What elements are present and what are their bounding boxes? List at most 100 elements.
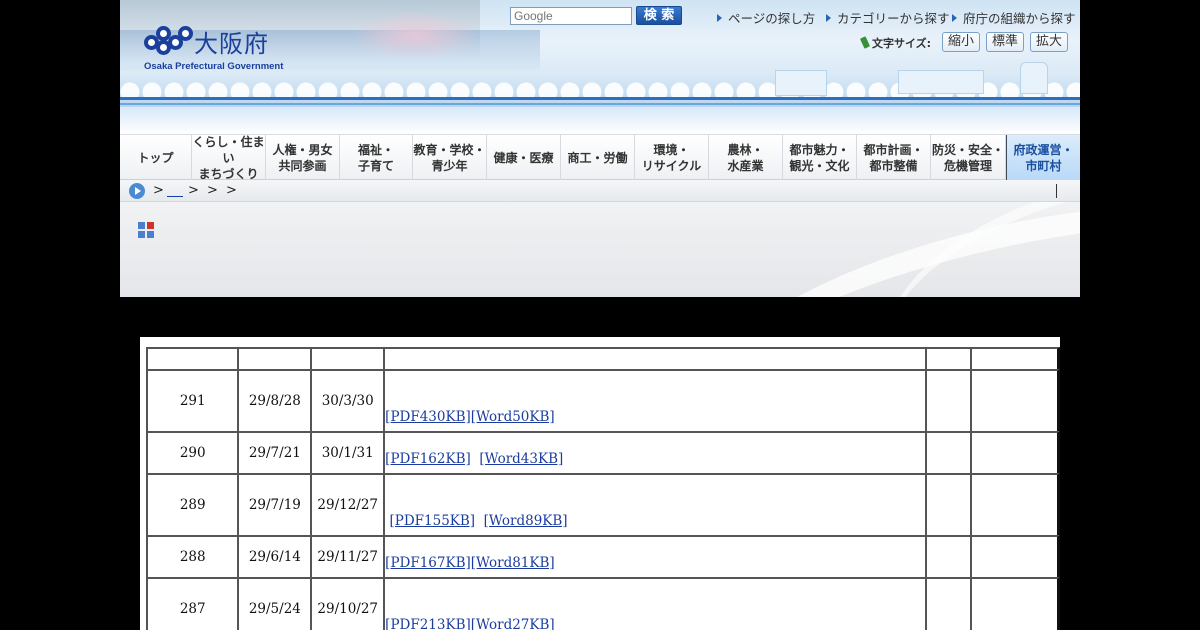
- breadcrumb-link[interactable]: [167, 183, 183, 197]
- nav-item-urban-planning[interactable]: 都市計画・ 都市整備: [857, 135, 931, 180]
- cell-date-end: 29/12/27: [310, 473, 384, 535]
- header-banner: 大阪府 Osaka Prefectural Government 検 索 ページ…: [120, 0, 1080, 134]
- nav-item-education[interactable]: 教育・学校・ 青少年: [413, 135, 487, 180]
- word-link[interactable]: [Word43KB]: [479, 451, 563, 467]
- banner-rule: [120, 97, 1080, 100]
- pdf-link[interactable]: [PDF155KB]: [389, 513, 475, 529]
- table-row: 289 29/7/19 29/12/27 [PDF155KB] [Word89KB]: [146, 473, 1060, 535]
- breadcrumb-separator: >: [188, 183, 199, 198]
- font-size-text: 文字サイズ:: [872, 37, 932, 50]
- logo-name: 大阪府: [194, 30, 269, 58]
- font-size-standard-button[interactable]: 標準: [986, 32, 1024, 52]
- global-nav: トップ くらし・住まい まちづくり 人権・男女 共同参画 福祉・ 子育て 教育・…: [120, 134, 1080, 181]
- cell-date-start: 29/7/19: [237, 473, 311, 535]
- font-size-larger-button[interactable]: 拡大: [1030, 32, 1068, 52]
- table-row: 291 29/8/28 30/3/30 [PDF430KB][Word50KB]: [146, 369, 1060, 431]
- breadcrumb-separator: >: [207, 183, 218, 198]
- link-label: カテゴリーから探す: [837, 11, 950, 26]
- cell-files: [PDF430KB][Word50KB]: [383, 369, 926, 431]
- cell-date-start: 29/8/28: [237, 369, 311, 431]
- word-link[interactable]: [Word81KB]: [471, 555, 555, 571]
- nav-item-top[interactable]: トップ: [120, 135, 192, 180]
- cell-date-end: 30/1/31: [310, 431, 384, 473]
- header-cell: [383, 347, 926, 369]
- page: 大阪府 Osaka Prefectural Government 検 索 ページ…: [120, 0, 1080, 297]
- breadcrumb-divider: [1056, 184, 1057, 198]
- cherry-blossom-image: [350, 10, 480, 60]
- cell-date-start: 29/6/14: [237, 535, 311, 577]
- cell-number: 287: [146, 577, 238, 630]
- nav-item-health[interactable]: 健康・医療: [487, 135, 561, 180]
- nav-item-environment[interactable]: 環境・ リサイクル: [635, 135, 709, 180]
- cell-empty: [925, 369, 970, 431]
- header-cell: [237, 347, 311, 369]
- banner-fade: [120, 107, 1080, 134]
- logo-english-name: Osaka Prefectural Government: [144, 61, 284, 72]
- building-silhouette: [775, 70, 827, 96]
- table-row: 290 29/7/21 30/1/31 [PDF162KB] [Word43KB]: [146, 431, 1060, 473]
- font-size-smaller-button[interactable]: 縮小: [942, 32, 980, 52]
- search-input[interactable]: [510, 7, 632, 25]
- cell-date-end: 29/11/27: [310, 535, 384, 577]
- header-cell: [310, 347, 384, 369]
- nav-item-human-rights[interactable]: 人権・男女 共同参画: [266, 135, 340, 180]
- cell-empty: [925, 577, 970, 630]
- banner-rule: [120, 103, 1080, 105]
- header-cell: [146, 347, 238, 369]
- word-link[interactable]: [Word50KB]: [471, 409, 555, 425]
- cell-files: [PDF155KB] [Word89KB]: [383, 473, 926, 535]
- organization-search-link[interactable]: 府庁の組織から探す: [952, 8, 1076, 27]
- building-silhouette: [898, 70, 984, 94]
- nav-item-administration[interactable]: 府政運営・ 市町村: [1006, 135, 1080, 180]
- cell-empty: [969, 431, 1060, 473]
- cell-date-end: 29/10/27: [310, 577, 384, 630]
- nav-item-commerce[interactable]: 商工・労働: [561, 135, 635, 180]
- cell-files: [PDF167KB][Word81KB]: [383, 535, 926, 577]
- breadcrumb: > > > >: [120, 180, 1080, 202]
- cell-empty: [925, 535, 970, 577]
- breadcrumb-separator: >: [153, 183, 164, 198]
- nav-item-welfare[interactable]: 福祉・ 子育て: [340, 135, 413, 180]
- cell-empty: [969, 577, 1060, 630]
- main-content: 291 29/8/28 30/3/30 [PDF430KB][Word50KB] 290…: [140, 337, 1060, 630]
- table-header-row: [146, 347, 1060, 369]
- cell-date-start: 29/5/24: [237, 577, 311, 630]
- cell-date-end: 30/3/30: [310, 369, 384, 431]
- cell-empty: [969, 369, 1060, 431]
- title-squares-icon: [138, 222, 154, 238]
- word-link[interactable]: [Word89KB]: [484, 513, 568, 529]
- pen-icon: [859, 36, 871, 49]
- castle-silhouette: [1020, 62, 1048, 94]
- pdf-link[interactable]: [PDF430KB]: [385, 409, 471, 425]
- page-title-area: [120, 202, 1080, 297]
- nav-item-agriculture[interactable]: 農林・ 水産業: [709, 135, 783, 180]
- nav-item-disaster[interactable]: 防災・安全・ 危機管理: [931, 135, 1006, 180]
- arrow-icon: [717, 14, 722, 22]
- pdf-link[interactable]: [PDF167KB]: [385, 555, 471, 571]
- nav-item-tourism[interactable]: 都市魅力・ 観光・文化: [783, 135, 857, 180]
- table-row: 288 29/6/14 29/11/27 [PDF167KB][Word81KB]: [146, 535, 1060, 577]
- category-search-link[interactable]: カテゴリーから探す: [826, 8, 950, 27]
- pdf-link[interactable]: [PDF213KB]: [385, 617, 471, 630]
- cell-empty: [925, 473, 970, 535]
- breadcrumb-arrow-icon: [129, 183, 145, 199]
- cell-number: 288: [146, 535, 238, 577]
- cell-number: 291: [146, 369, 238, 431]
- logo-mark-icon: [144, 26, 194, 58]
- word-link[interactable]: [Word27KB]: [471, 617, 555, 630]
- how-to-find-link[interactable]: ページの探し方: [717, 8, 815, 27]
- nav-item-living[interactable]: くらし・住まい まちづくり: [192, 135, 266, 181]
- search-button[interactable]: 検 索: [636, 6, 682, 25]
- cell-files: [PDF162KB] [Word43KB]: [383, 431, 926, 473]
- header-cell: [969, 347, 1060, 369]
- cell-date-start: 29/7/21: [237, 431, 311, 473]
- pdf-link[interactable]: [PDF162KB]: [385, 451, 471, 467]
- cell-empty: [925, 431, 970, 473]
- cell-number: 289: [146, 473, 238, 535]
- cell-empty: [969, 535, 1060, 577]
- link-label: ページの探し方: [728, 11, 816, 26]
- arrow-icon: [952, 14, 957, 22]
- site-logo[interactable]: 大阪府 Osaka Prefectural Government: [142, 22, 284, 74]
- link-label: 府庁の組織から探す: [963, 11, 1076, 26]
- font-size-label: 文字サイズ:: [859, 35, 932, 51]
